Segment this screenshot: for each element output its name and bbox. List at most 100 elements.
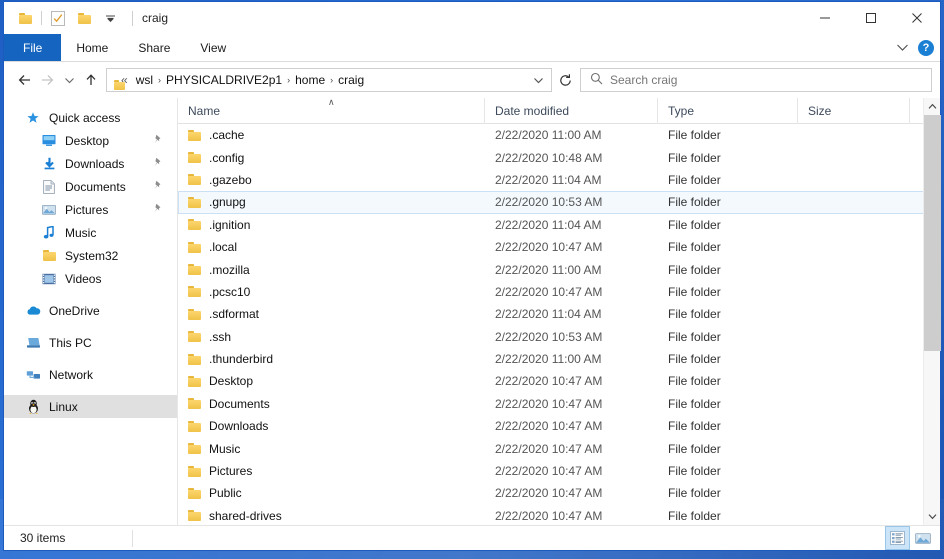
table-row[interactable]: .sdformat 2/22/2020 11:04 AM File folder — [178, 303, 940, 325]
cell-name: Downloads — [179, 419, 485, 433]
file-name-label: Documents — [209, 396, 270, 411]
folder-icon — [188, 420, 201, 432]
sidebar-item-system32[interactable]: System32 — [4, 244, 177, 267]
breadcrumb-item-physicaldrive[interactable]: PHYSICALDRIVE2p1 — [162, 73, 286, 87]
sidebar-label: Desktop — [65, 133, 110, 148]
tab-file[interactable]: File — [4, 34, 62, 61]
back-button[interactable] — [14, 68, 36, 92]
file-name-label: .ssh — [209, 329, 232, 344]
column-header-name[interactable]: ∧ Name — [178, 97, 484, 124]
cell-date-modified: 2/22/2020 11:00 AM — [495, 128, 602, 143]
cell-name: Desktop — [179, 374, 485, 388]
properties-icon[interactable] — [45, 5, 71, 31]
address-dropdown-icon[interactable] — [529, 76, 547, 85]
table-row[interactable]: .gnupg 2/22/2020 10:53 AM File folder — [178, 191, 940, 214]
vertical-scrollbar[interactable] — [923, 98, 941, 525]
chevron-down-icon[interactable] — [896, 41, 909, 55]
table-row[interactable]: Pictures 2/22/2020 10:47 AM File folder — [178, 460, 940, 482]
sidebar-item-documents[interactable]: Documents — [4, 175, 177, 198]
sidebar-item-music[interactable]: Music — [4, 221, 177, 244]
sidebar-item-this-pc[interactable]: This PC — [4, 331, 177, 354]
breadcrumb-item-home[interactable]: home — [291, 73, 329, 87]
table-row[interactable]: Music 2/22/2020 10:47 AM File folder — [178, 437, 940, 459]
minimize-button[interactable] — [802, 2, 848, 34]
breadcrumb-bar[interactable]: « wsl › PHYSICALDRIVE2p1 › home › craig — [106, 68, 552, 92]
table-row[interactable]: .local 2/22/2020 10:47 AM File folder — [178, 236, 940, 258]
pin-icon[interactable] — [153, 134, 163, 148]
folder-icon — [188, 174, 201, 186]
sidebar-item-linux[interactable]: Linux — [4, 395, 177, 418]
tab-view[interactable]: View — [185, 34, 241, 61]
table-row[interactable]: .config 2/22/2020 10:48 AM File folder — [178, 146, 940, 168]
pin-icon[interactable] — [153, 157, 163, 171]
help-icon[interactable]: ? — [918, 40, 934, 56]
column-header-size[interactable]: Size — [797, 97, 909, 124]
search-input[interactable]: Search craig — [610, 73, 677, 87]
table-row[interactable]: .ssh 2/22/2020 10:53 AM File folder — [178, 326, 940, 348]
table-row[interactable]: Documents 2/22/2020 10:47 AM File folder — [178, 393, 940, 415]
pin-icon[interactable] — [153, 180, 163, 194]
cell-type: File folder — [668, 396, 721, 411]
folder-icon — [188, 443, 201, 455]
large-icons-view-button[interactable] — [911, 527, 934, 549]
cell-date-modified: 2/22/2020 10:47 AM — [495, 486, 603, 501]
new-folder-icon[interactable] — [71, 5, 97, 31]
refresh-button[interactable] — [552, 68, 578, 92]
cell-date-modified: 2/22/2020 10:47 AM — [495, 284, 603, 299]
pin-icon[interactable] — [153, 203, 163, 217]
file-rows-container[interactable]: .cache 2/22/2020 11:00 AM File folder .conf… — [178, 124, 940, 525]
sidebar-label: Documents — [65, 179, 126, 194]
table-row[interactable]: .cache 2/22/2020 11:00 AM File folder — [178, 124, 940, 146]
scroll-down-button[interactable] — [924, 508, 941, 525]
sidebar-label: System32 — [65, 248, 119, 263]
tab-share[interactable]: Share — [123, 34, 185, 61]
scroll-up-button[interactable] — [924, 98, 941, 115]
sidebar-item-pictures[interactable]: Pictures — [4, 198, 177, 221]
table-row[interactable]: shared-drives 2/22/2020 10:47 AM File fold… — [178, 505, 940, 525]
sidebar-item-quick-access[interactable]: Quick access — [4, 106, 177, 129]
sidebar-item-onedrive[interactable]: OneDrive — [4, 299, 177, 322]
table-row[interactable]: Public 2/22/2020 10:47 AM File folder — [178, 482, 940, 504]
folder-icon — [188, 196, 201, 208]
customize-dropdown-icon[interactable] — [97, 5, 123, 31]
table-row[interactable]: Desktop 2/22/2020 10:47 AM File folder — [178, 370, 940, 392]
cell-name: Pictures — [179, 464, 485, 478]
close-button[interactable] — [894, 2, 940, 34]
sidebar-label: Music — [65, 225, 97, 240]
table-row[interactable]: .thunderbird 2/22/2020 11:00 AM File folde… — [178, 348, 940, 370]
sidebar-item-downloads[interactable]: Downloads — [4, 152, 177, 175]
forward-button[interactable] — [36, 68, 58, 92]
maximize-button[interactable] — [848, 2, 894, 34]
table-row[interactable]: .pcsc10 2/22/2020 10:47 AM File folder — [178, 281, 940, 303]
folder-icon[interactable] — [12, 5, 38, 31]
up-button[interactable] — [80, 68, 102, 92]
table-row[interactable]: .gazebo 2/22/2020 11:04 AM File folder — [178, 169, 940, 191]
folder-icon — [188, 219, 201, 231]
scrollbar-thumb[interactable] — [923, 115, 941, 351]
folder-icon — [188, 286, 201, 298]
status-divider — [132, 530, 133, 547]
details-view-button[interactable] — [885, 526, 910, 550]
explorer-body: Quick access Desktop Downloads Documents… — [4, 97, 941, 525]
table-row[interactable]: .ignition 2/22/2020 11:04 AM File folder — [178, 214, 940, 236]
folder-icon — [188, 331, 201, 343]
sidebar-item-videos[interactable]: Videos — [4, 267, 177, 290]
scrollbar-track[interactable] — [923, 115, 941, 508]
breadcrumb-item-craig[interactable]: craig — [334, 73, 368, 87]
column-header-type[interactable]: Type — [657, 97, 797, 124]
column-header-date-modified[interactable]: Date modified — [484, 97, 657, 124]
cell-type: File folder — [668, 508, 721, 523]
table-row[interactable]: Downloads 2/22/2020 10:47 AM File folder — [178, 415, 940, 437]
cell-type: File folder — [668, 240, 721, 255]
tab-home[interactable]: Home — [61, 34, 123, 61]
sidebar-item-network[interactable]: Network — [4, 363, 177, 386]
breadcrumb-item-wsl[interactable]: wsl — [132, 73, 157, 87]
file-name-label: .thunderbird — [209, 352, 274, 367]
search-box[interactable]: Search craig — [580, 68, 932, 92]
table-row[interactable]: .mozilla 2/22/2020 11:00 AM File folder — [178, 258, 940, 280]
file-name-label: .cache — [209, 128, 245, 143]
recent-locations-button[interactable] — [58, 68, 80, 92]
cell-name: .ignition — [179, 218, 485, 232]
folder-icon — [188, 264, 201, 276]
sidebar-item-desktop[interactable]: Desktop — [4, 129, 177, 152]
